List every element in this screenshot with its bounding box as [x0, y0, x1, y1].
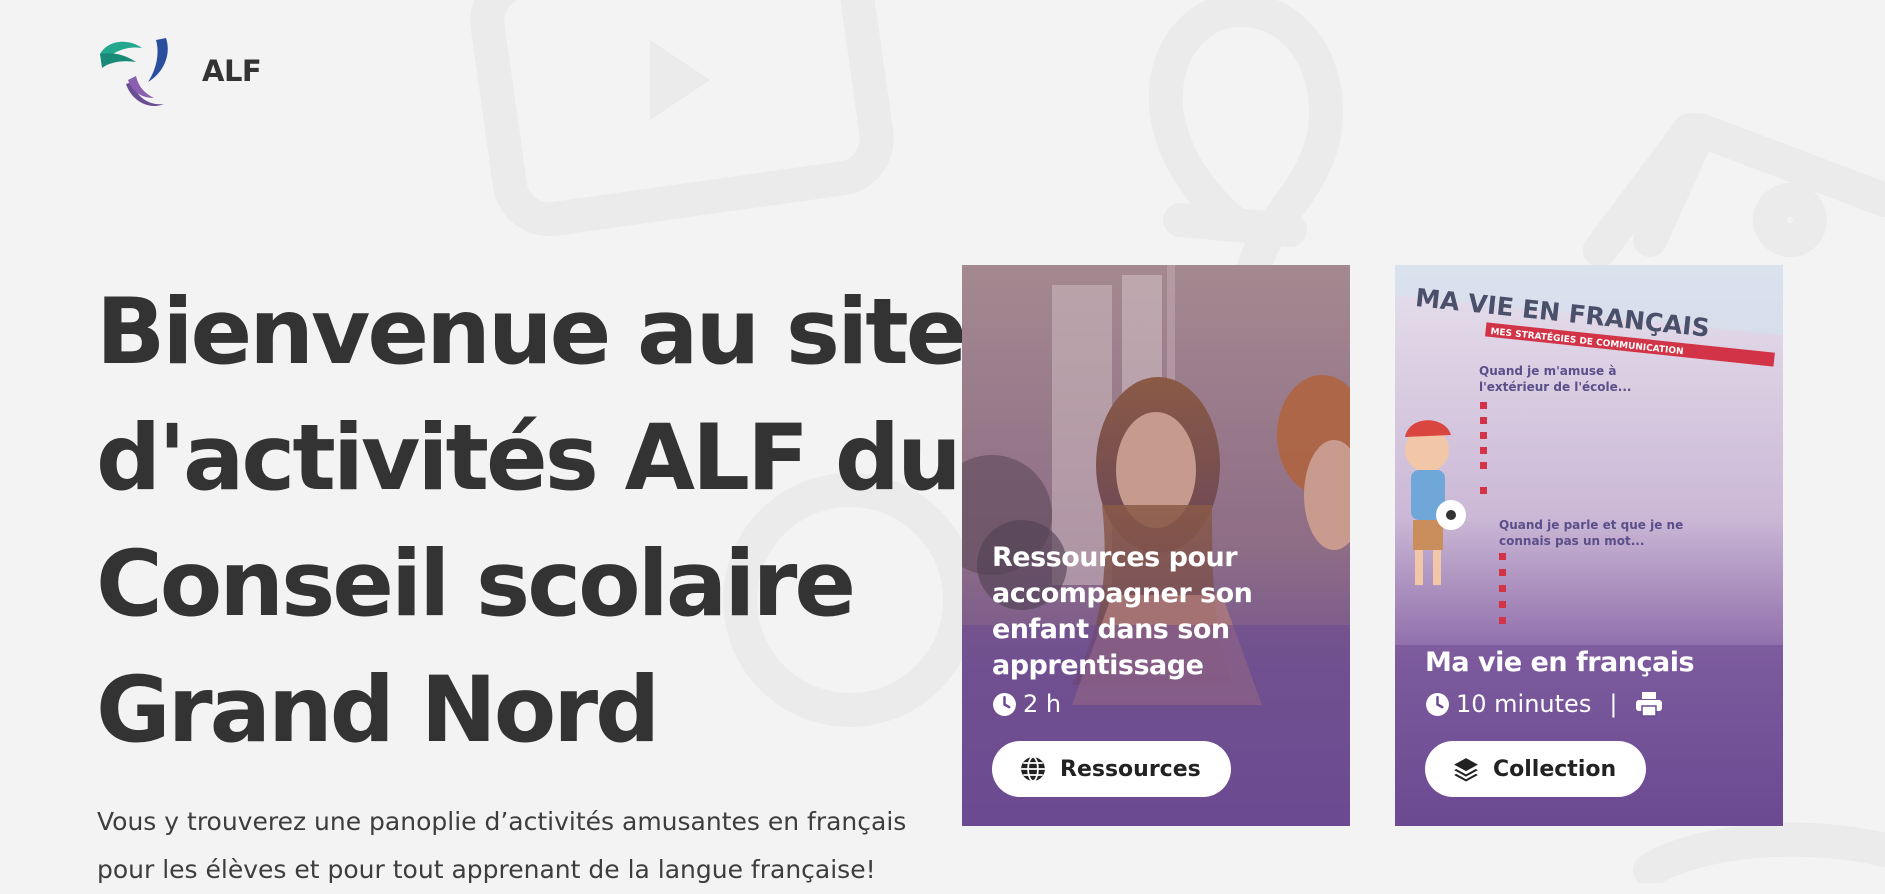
poster-section1-title: Quand je m'amuse à l'extérieur de l'écol… [1479, 364, 1632, 394]
card-meta: 10 minutes | [1425, 690, 1663, 718]
card-ressources[interactable]: Ressources pour accompagner son enfant d… [962, 265, 1350, 826]
card-meta: 2 h [992, 690, 1061, 718]
meta-separator: | [1609, 690, 1618, 718]
printer-icon[interactable] [1635, 691, 1663, 717]
brand-name: ALF [202, 54, 262, 88]
collection-button[interactable]: Collection [1425, 741, 1647, 797]
globe-icon [1020, 756, 1046, 782]
card-duration: 10 minutes [1456, 690, 1592, 718]
hero-title: Bienvenue au site d'activités ALF du Con… [96, 280, 968, 763]
hero-description: Vous y trouverez une panoplie d’activité… [97, 807, 907, 884]
card-ma-vie-en-francais[interactable]: MA VIE EN FRANÇAIS MES STRATÉGIES DE COM… [1395, 265, 1783, 826]
card-duration: 2 h [1023, 690, 1062, 718]
alf-logo-icon [96, 32, 172, 110]
alf-logo[interactable]: ALF [96, 32, 262, 110]
ressources-button[interactable]: Ressources [992, 741, 1231, 797]
layers-icon [1453, 756, 1479, 782]
clock-icon [992, 692, 1017, 717]
ressources-button-label: Ressources [1060, 756, 1201, 782]
poster-section2-title: Quand je parle et que je ne connais pas … [1499, 518, 1684, 548]
card-title: Ma vie en français [1425, 647, 1695, 678]
collection-button-label: Collection [1493, 756, 1617, 782]
clock-icon [1425, 692, 1450, 717]
card-title: Ressources pour accompagner son enfant d… [992, 542, 1253, 681]
